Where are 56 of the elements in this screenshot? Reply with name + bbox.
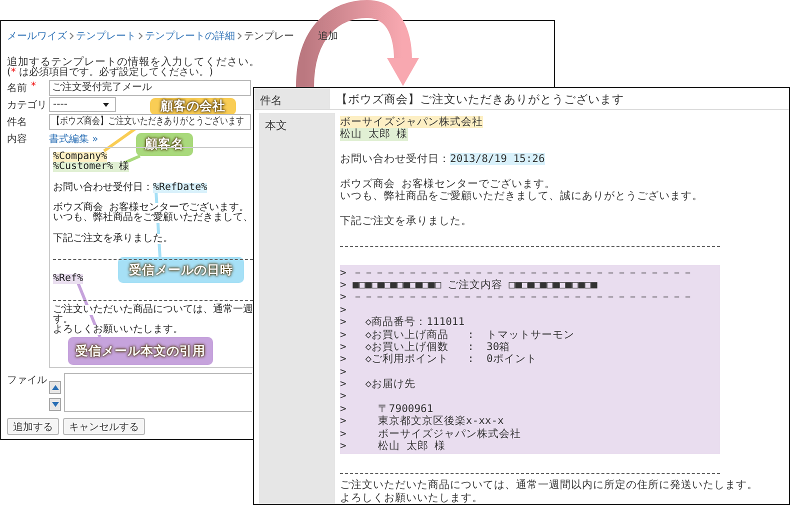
quoted-line: > ◇お買い上げ商品 : トマットサーモン [340, 328, 575, 341]
caret-icon [103, 102, 109, 106]
row-label: 本文 [259, 112, 335, 504]
move-up-button[interactable] [49, 381, 61, 394]
chevron-icon [138, 32, 143, 40]
quoted-line: > ◇お届け先 [340, 378, 416, 390]
format-edit-link[interactable]: 書式編集 » [49, 132, 98, 146]
quoted-line: > 〒7900961 [340, 402, 434, 415]
highlighted-text: 2013/8/19 15:26 [450, 153, 545, 166]
field-label: カテゴリ [7, 98, 47, 112]
quoted-line: > [340, 304, 346, 316]
chevron-icon [237, 32, 242, 40]
quoted-line: > ◇ご利用ポイント : 0ポイント [340, 353, 537, 366]
quoted-line: > ■□■□■□■□■□■□■□ ご注文内容 □■□■□■□■□■□■□■ [340, 278, 598, 292]
highlighted-text: %Ref% [53, 274, 84, 284]
move-down-button[interactable] [49, 398, 61, 411]
breadcrumb-current: 追加 [318, 30, 338, 43]
quoted-line: > ボーサイズジャパン株式会社 [340, 428, 521, 440]
field-label: 内容 [7, 132, 27, 146]
highlighted-text: ボーサイズジャパン株式会社 [340, 116, 483, 128]
action-button[interactable]: 追加する [7, 418, 59, 435]
quoted-line: > 松山 太郎 様 [340, 440, 446, 452]
highlighted-text: %RefDate% [153, 182, 208, 193]
field-label: 件名 [7, 116, 27, 128]
body-text: ご注文いただいた商品については、通常一週 [53, 304, 253, 315]
field-label: 名前 [7, 82, 27, 94]
quoted-line: > ◇お買い上げ個数 : 30箱 [340, 340, 510, 354]
annotation-tooltip: 受信メール本文の引用 [68, 337, 213, 365]
text-field[interactable]: ご注文受付完了メール [49, 80, 251, 96]
row-label: 件名 [254, 88, 330, 109]
up-triangle-icon [52, 385, 58, 390]
quoted-line: > 東京都文京区後楽x-xx-x [340, 415, 504, 428]
highlighted-text: %Company% [53, 152, 108, 162]
required-note: (* は必須項目です。必ず設定してください。) [7, 67, 214, 79]
instruction-text: 追加するテンプレートの情報を入力してください。 [7, 55, 261, 67]
field-label: ファイル [7, 374, 47, 388]
breadcrumb-current: テンプレー [244, 30, 294, 43]
required-mark: * [31, 80, 36, 94]
action-button[interactable]: キャンセルする [63, 418, 145, 435]
subject-text: 【ボウズ商会】ご注文いただきありがとうございます [336, 92, 624, 106]
breadcrumb-link[interactable]: テンプレート [76, 29, 136, 43]
annotation-tooltip: 受信メールの日時 [118, 257, 244, 283]
chevron-icon [69, 32, 74, 40]
annotation-tooltip: 顧客の会社 [150, 98, 236, 115]
quoted-line: > [340, 390, 346, 403]
quoted-line: > －－－－－－－－－－－－－－－－－－－－－－－－－－－－－－－ [340, 291, 694, 304]
text-field[interactable]: 【ボウズ商会】ご注文いただきありがとうございます [49, 114, 251, 130]
quoted-line: > ◇商品番号：111011 [340, 316, 465, 329]
highlighted-text: %Customer% 様 [53, 162, 130, 172]
category-dropdown[interactable]: ---- [49, 97, 116, 112]
breadcrumb-link[interactable]: テンプレートの詳細 [145, 29, 235, 43]
quoted-line: > [340, 366, 346, 378]
quoted-line: > －－－－－－－－－－－－－－－－－－－－－－－－－－－－－－－ [340, 266, 694, 279]
highlighted-text: 松山 太郎 様 [340, 128, 408, 141]
breadcrumb-link[interactable]: メールワイズ [7, 29, 67, 43]
down-triangle-icon [52, 402, 58, 407]
